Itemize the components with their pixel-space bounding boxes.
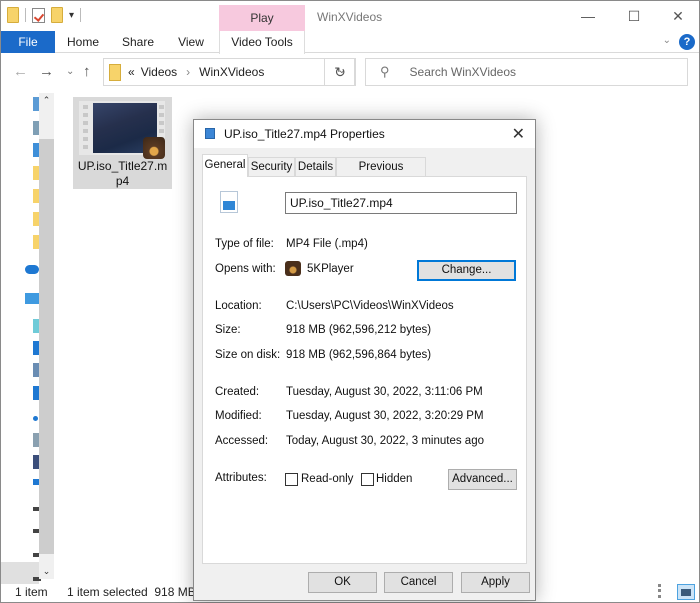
customize-dropdown-icon[interactable]: ▾ [69, 10, 74, 21]
video-file-icon [205, 128, 215, 139]
tab-general[interactable]: General [202, 154, 248, 177]
accessed-value: Today, August 30, 2022, 3 minutes ago [286, 435, 484, 447]
dialog-title: UP.iso_Title27.mp4 Properties [224, 127, 385, 141]
opens-with-value: 5KPlayer [307, 263, 354, 275]
filename-input[interactable]: UP.iso_Title27.mp4 [285, 192, 517, 214]
tab-share[interactable]: Share [119, 31, 157, 53]
5kplayer-icon [143, 137, 165, 159]
refresh-icon[interactable]: ↻ [324, 58, 356, 86]
tab-previous-versions[interactable]: Previous Versions [336, 157, 426, 191]
location-label: Location: [215, 300, 262, 312]
readonly-label[interactable]: Read-only [301, 473, 353, 485]
breadcrumb-videos[interactable]: Videos [141, 65, 177, 79]
dialog-title-bar: UP.iso_Title27.mp4 Properties ✕ [194, 120, 535, 148]
close-icon[interactable]: ✕ [512, 124, 525, 144]
ok-button[interactable]: OK [308, 572, 377, 593]
search-icon: ⚲ [380, 64, 390, 79]
file-name-line2: p4 [115, 174, 130, 188]
nav-pane-scrollbar[interactable]: ⌃ ⌄ [39, 93, 54, 579]
properties-dialog: UP.iso_Title27.mp4 Properties ✕ General … [193, 119, 536, 601]
scroll-up-icon[interactable]: ⌃ [39, 93, 54, 108]
maximize-button[interactable]: ☐ [611, 1, 657, 31]
ribbon-tabs: File Home Share View Video Tools ⌄ ? [1, 31, 699, 54]
file-item[interactable]: UP.iso_Title27.m p4 [73, 97, 172, 189]
type-value: MP4 File (.mp4) [286, 238, 368, 250]
up-arrow-icon[interactable]: ↑ [83, 63, 91, 80]
readonly-checkbox[interactable] [285, 473, 298, 486]
divider [215, 287, 517, 288]
quick-access-toolbar: ▾ [7, 7, 82, 23]
title-bar: ▾ Play WinXVideos — ☐ ✕ [1, 1, 699, 31]
file-name: UP.iso_Title27.m p4 [73, 159, 172, 189]
help-icon[interactable]: ? [679, 34, 695, 50]
selection-status: 1 item selected 918 MB [67, 585, 196, 599]
size-label: Size: [215, 324, 241, 336]
hidden-label[interactable]: Hidden [376, 473, 412, 485]
large-icons-view-icon[interactable] [677, 584, 695, 600]
tab-view[interactable]: View [174, 31, 208, 53]
size-on-disk-label: Size on disk: [215, 349, 281, 361]
folder-icon[interactable] [7, 7, 19, 23]
size-on-disk-value: 918 MB (962,596,864 bytes) [286, 349, 432, 361]
close-button[interactable]: ✕ [655, 1, 700, 31]
properties-icon[interactable] [32, 7, 45, 23]
window-title: WinXVideos [317, 10, 383, 24]
breadcrumb-overflow[interactable]: « [128, 65, 135, 79]
tab-details[interactable]: Details [295, 157, 336, 176]
navigation-bar: ← → ⌄ ↑ « Videos › WinXVideos ⌄ ↻ ⚲ Sear… [1, 54, 699, 90]
address-bar[interactable]: « Videos › WinXVideos ⌄ [103, 58, 355, 86]
divider [80, 8, 82, 22]
tab-security[interactable]: Security [248, 157, 295, 176]
folder-icon [109, 63, 121, 81]
tab-home[interactable]: Home [63, 31, 103, 53]
hidden-checkbox[interactable] [361, 473, 374, 486]
search-input[interactable]: ⚲ Search WinXVideos [365, 58, 688, 86]
location-value: C:\Users\PC\Videos\WinXVideos [286, 300, 454, 312]
accessed-label: Accessed: [215, 435, 269, 447]
modified-value: Tuesday, August 30, 2022, 3:20:29 PM [286, 410, 484, 422]
created-label: Created: [215, 386, 260, 398]
type-label: Type of file: [215, 238, 274, 250]
cancel-button[interactable]: Cancel [384, 572, 453, 593]
breadcrumb-winxvideos[interactable]: WinXVideos [199, 65, 264, 79]
advanced-button[interactable]: Advanced... [448, 469, 517, 490]
tab-video-tools[interactable]: Video Tools [219, 31, 305, 54]
divider [25, 8, 26, 22]
divider [215, 459, 517, 460]
tab-file[interactable]: File [1, 31, 55, 53]
video-file-icon [220, 191, 238, 213]
minimize-button[interactable]: — [565, 1, 611, 31]
opens-with-label: Opens with: [215, 263, 276, 275]
divider [215, 225, 517, 226]
scroll-down-icon[interactable]: ⌄ [39, 564, 54, 579]
forward-arrow-icon[interactable]: → [39, 63, 54, 80]
general-panel: UP.iso_Title27.mp4 Type of file: MP4 Fil… [202, 176, 527, 564]
music-icon[interactable] [33, 416, 38, 421]
size-value: 918 MB (962,596,212 bytes) [286, 324, 432, 336]
item-count: 1 item [15, 585, 48, 599]
back-arrow-icon[interactable]: ← [13, 63, 28, 80]
divider [215, 373, 517, 374]
expand-ribbon-icon[interactable]: ⌄ [663, 35, 671, 46]
onedrive-icon[interactable] [25, 265, 39, 274]
view-switcher [658, 584, 695, 600]
5kplayer-icon [285, 261, 301, 276]
recent-locations-icon[interactable]: ⌄ [66, 66, 74, 77]
search-placeholder: Search WinXVideos [409, 65, 517, 79]
attributes-label: Attributes: [215, 472, 267, 484]
play-context-tab: Play [219, 5, 305, 31]
breadcrumb-separator[interactable]: › [186, 65, 190, 79]
details-view-icon[interactable] [658, 584, 674, 598]
file-name-line1: UP.iso_Title27.m [77, 159, 168, 173]
change-button[interactable]: Change... [417, 260, 516, 281]
this-pc-icon[interactable] [25, 293, 39, 304]
new-folder-icon[interactable] [51, 7, 63, 23]
created-value: Tuesday, August 30, 2022, 3:11:06 PM [286, 386, 483, 398]
modified-label: Modified: [215, 410, 262, 422]
scrollbar-thumb[interactable] [39, 139, 54, 554]
apply-button[interactable]: Apply [461, 572, 530, 593]
